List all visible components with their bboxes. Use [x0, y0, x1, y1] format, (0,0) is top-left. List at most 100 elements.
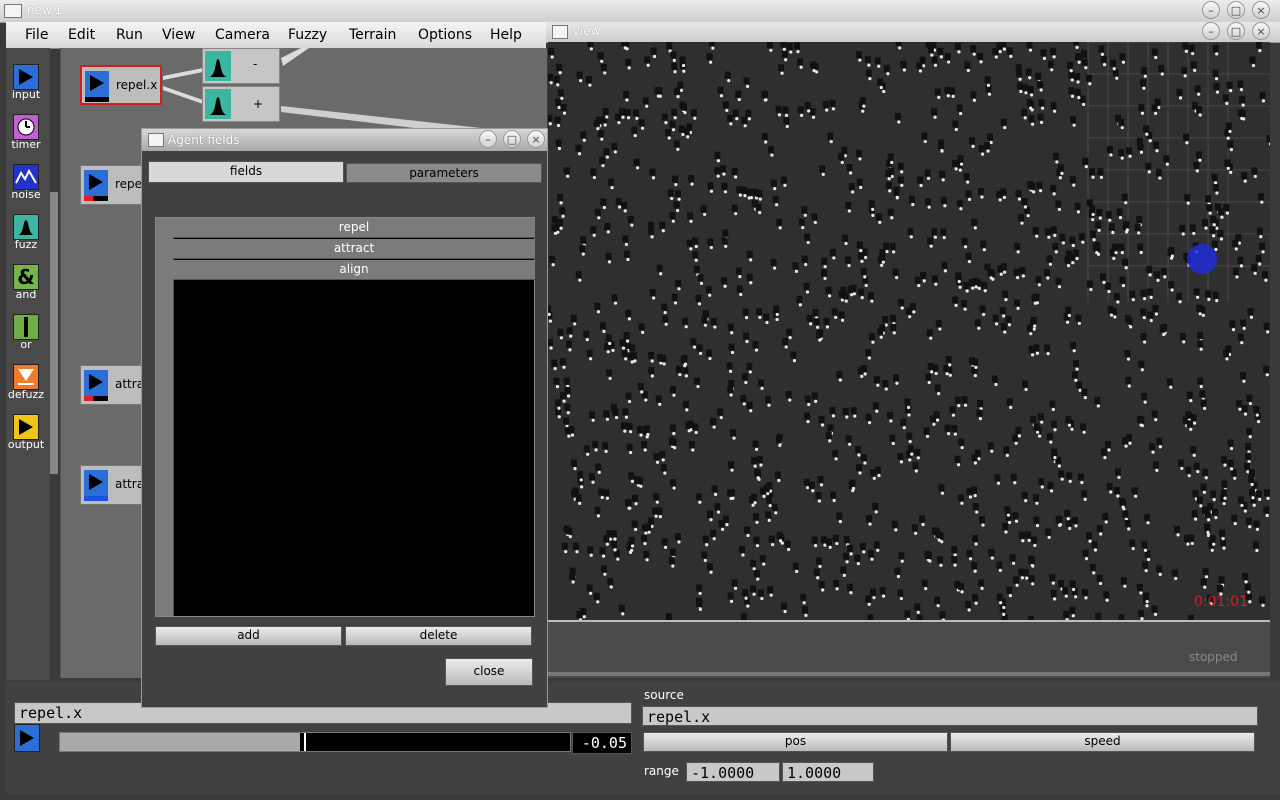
- tab-fields[interactable]: fields: [148, 161, 344, 183]
- agent: [1065, 416, 1072, 427]
- menu-options[interactable]: Options: [418, 27, 472, 43]
- agent: [1256, 227, 1263, 239]
- agent: [671, 175, 678, 187]
- source-field[interactable]: repel.x: [642, 706, 1258, 726]
- agent: [820, 536, 827, 547]
- agent: [1144, 550, 1151, 562]
- agent: [804, 101, 811, 113]
- palette-timer[interactable]: timer: [6, 114, 46, 151]
- simulation-status: stopped: [1189, 650, 1238, 664]
- agent: [808, 481, 815, 493]
- fuzz-node-plus[interactable]: +: [202, 86, 280, 122]
- agent: [1190, 446, 1197, 457]
- input-node-icon: [14, 724, 40, 752]
- agent: [870, 469, 877, 480]
- close-icon[interactable]: ×: [1252, 1, 1270, 19]
- tab-parameters[interactable]: parameters: [346, 163, 542, 183]
- agent: [875, 213, 882, 224]
- agent: [1156, 437, 1163, 449]
- agent: [744, 526, 751, 538]
- agent: [1151, 410, 1158, 422]
- agent: [1146, 265, 1153, 277]
- delete-button[interactable]: delete: [345, 626, 532, 646]
- list-item-attract[interactable]: attract: [173, 239, 535, 259]
- palette-or[interactable]: or: [6, 314, 46, 351]
- palette-output[interactable]: output: [6, 414, 46, 451]
- range-max-field[interactable]: 1.0000: [782, 762, 874, 782]
- agent: [978, 187, 985, 199]
- agent: [927, 46, 934, 57]
- palette-noise[interactable]: noise: [6, 164, 46, 201]
- minimize-icon[interactable]: –: [1202, 22, 1220, 40]
- minimize-icon[interactable]: –: [479, 130, 497, 148]
- value-slider[interactable]: [59, 732, 571, 752]
- list-item-repel[interactable]: repel: [173, 218, 535, 238]
- agent: [1002, 523, 1009, 534]
- minimize-icon[interactable]: –: [1202, 1, 1220, 19]
- agent: [649, 288, 656, 300]
- agent: [626, 422, 633, 434]
- agent: [894, 567, 901, 579]
- palette-defuzz[interactable]: defuzz: [6, 364, 46, 401]
- agent: [659, 221, 666, 233]
- agent: [836, 371, 843, 382]
- node-label: repel.x: [116, 78, 158, 92]
- palette-input[interactable]: input: [6, 64, 46, 101]
- fields-list-scrollbar[interactable]: [156, 218, 174, 616]
- list-item-align[interactable]: align: [173, 260, 535, 280]
- palette-and[interactable]: & and: [6, 264, 46, 301]
- palette-fuzz[interactable]: fuzz: [6, 214, 46, 251]
- node-repel-x[interactable]: repel.x: [80, 65, 162, 105]
- agent: [655, 395, 662, 406]
- agent: [1212, 69, 1219, 81]
- fuzz-node-minus[interactable]: -: [202, 48, 280, 84]
- maximize-icon[interactable]: □: [503, 130, 521, 148]
- speed-button[interactable]: speed: [950, 732, 1255, 752]
- agent: [943, 364, 950, 376]
- agent: [648, 227, 655, 239]
- agent: [1110, 59, 1117, 71]
- dialog-titlebar[interactable]: Agent fields – □ ×: [142, 129, 547, 151]
- slider-handle[interactable]: [303, 733, 306, 751]
- menu-terrain[interactable]: Terrain: [349, 27, 396, 43]
- agent: [1029, 182, 1036, 194]
- agent: [1114, 468, 1121, 480]
- agent: [1196, 106, 1203, 117]
- agent: [1050, 184, 1057, 196]
- palette-scrollbar[interactable]: [50, 192, 58, 474]
- agent: [597, 130, 604, 141]
- agent: [873, 541, 880, 552]
- add-button[interactable]: add: [155, 626, 342, 646]
- agent: [1251, 167, 1258, 179]
- menu-file[interactable]: File: [25, 27, 48, 43]
- menu-fuzzy[interactable]: Fuzzy: [288, 27, 327, 43]
- agent: [625, 309, 632, 321]
- agent: [1152, 141, 1159, 153]
- range-min-field[interactable]: -1.0000: [686, 762, 780, 782]
- menu-edit[interactable]: Edit: [68, 27, 95, 43]
- agent: [1081, 490, 1088, 501]
- close-icon[interactable]: ×: [527, 130, 545, 148]
- maximize-icon[interactable]: □: [1227, 22, 1245, 40]
- menu-camera[interactable]: Camera: [215, 27, 270, 43]
- agent: [786, 328, 793, 340]
- agent: [1119, 53, 1126, 64]
- pos-button[interactable]: pos: [643, 732, 948, 752]
- agent: [735, 90, 742, 102]
- agent: [1217, 229, 1224, 241]
- menu-view[interactable]: View: [162, 27, 195, 43]
- main-window-titlebar[interactable]: new.1 – □ ×: [0, 0, 1280, 23]
- agent: [758, 379, 765, 390]
- simulation-view[interactable]: 0:01:01: [548, 42, 1270, 620]
- agent: [914, 448, 921, 460]
- close-icon[interactable]: ×: [1252, 22, 1270, 40]
- close-button[interactable]: close: [445, 658, 533, 686]
- agent: [815, 331, 822, 342]
- view-window-titlebar[interactable]: View – □ ×: [546, 22, 1280, 43]
- agent: [905, 450, 912, 462]
- agent: [1123, 220, 1130, 232]
- menu-run[interactable]: Run: [116, 27, 143, 43]
- menu-help[interactable]: Help: [490, 27, 522, 43]
- maximize-icon[interactable]: □: [1227, 1, 1245, 19]
- agent: [865, 413, 872, 425]
